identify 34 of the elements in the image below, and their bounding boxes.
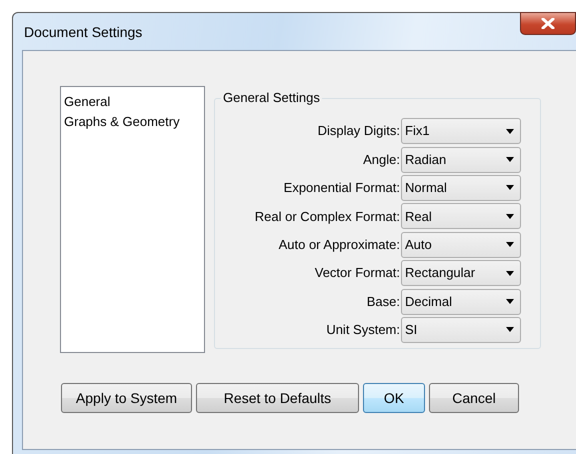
- close-icon: [541, 18, 555, 29]
- dropdown[interactable]: Decimal: [401, 288, 521, 315]
- dialog-button[interactable]: Apply to System: [61, 383, 192, 413]
- dialog-button[interactable]: Reset to Defaults: [196, 383, 359, 413]
- caret-icon: [506, 185, 514, 190]
- caret-icon: [506, 242, 514, 248]
- setting-label: Real or Complex Format:: [254, 208, 401, 226]
- dialog-button[interactable]: OK: [363, 383, 425, 413]
- close-button[interactable]: [520, 12, 576, 35]
- caret-icon: [506, 128, 514, 134]
- dropdown[interactable]: Rectangular: [401, 260, 521, 286]
- setting-label: Display Digits:: [316, 122, 401, 140]
- dropdown[interactable]: Normal: [401, 174, 521, 201]
- caret-icon: [506, 299, 514, 304]
- setting-label: Base:: [366, 292, 401, 311]
- setting-label: Unit System:: [325, 321, 401, 340]
- caret-icon: [506, 327, 514, 332]
- dropdown[interactable]: Fix1: [401, 118, 521, 144]
- window-title: Document Settings: [24, 23, 142, 42]
- dropdown[interactable]: Real: [401, 203, 521, 230]
- dropdown[interactable]: Radian: [401, 146, 521, 173]
- caret-icon: [506, 214, 514, 219]
- dropdown[interactable]: SI: [401, 316, 521, 343]
- caret-icon: [506, 270, 514, 276]
- setting-label: Angle:: [362, 150, 401, 169]
- list-item[interactable]: Graphs & Geometry: [63, 112, 202, 132]
- caret-icon: [506, 157, 514, 162]
- setting-label: Auto or Approximate:: [278, 236, 401, 254]
- dialog-button[interactable]: Cancel: [429, 383, 519, 413]
- setting-label: Exponential Format:: [282, 179, 401, 198]
- group-title: General Settings: [221, 90, 322, 106]
- dropdown[interactable]: Auto: [401, 232, 521, 258]
- list-item[interactable]: General: [63, 92, 202, 112]
- setting-label: Vector Format:: [314, 264, 401, 282]
